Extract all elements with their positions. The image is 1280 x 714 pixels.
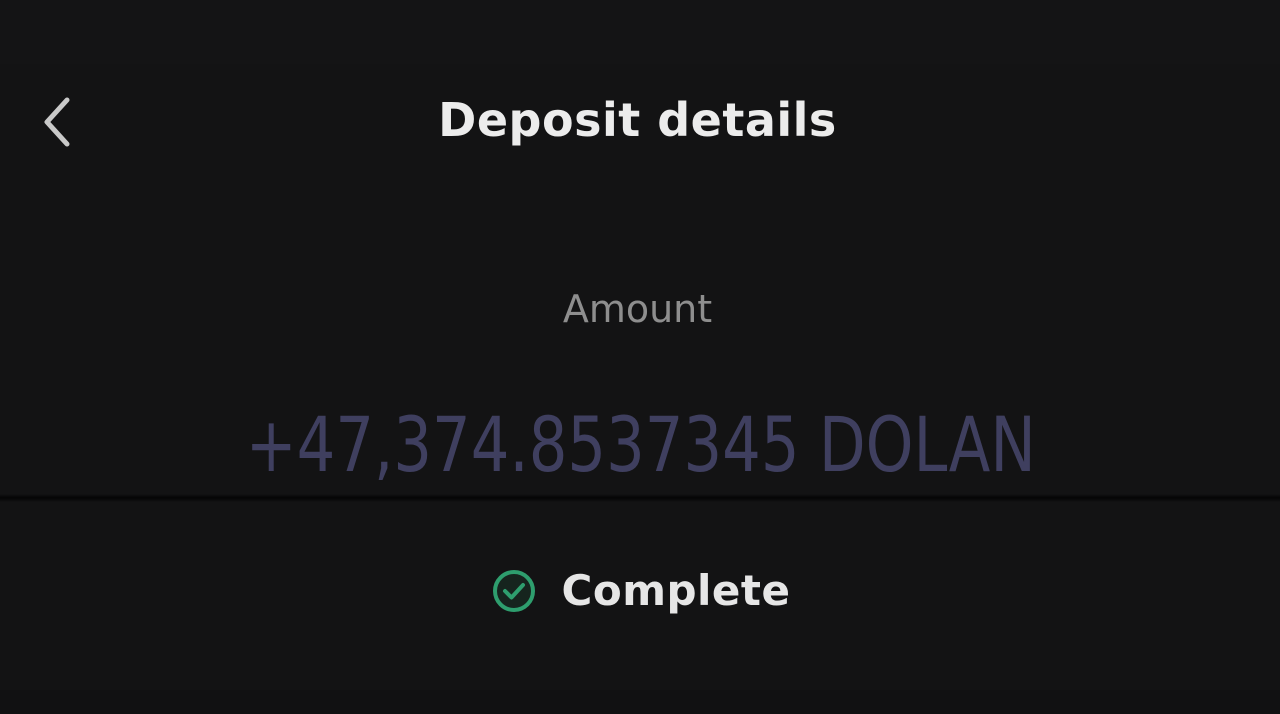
status-bar-area — [0, 0, 1280, 64]
deposit-details-screen: Deposit details Amount +47,374.8537345 D… — [0, 0, 1280, 714]
status-text: Complete — [561, 566, 791, 615]
page-title: Deposit details — [438, 93, 837, 147]
check-circle-icon — [490, 567, 538, 615]
divider — [0, 494, 1280, 502]
bottom-area — [0, 690, 1280, 714]
status-row: Complete — [0, 560, 1280, 622]
amount-label: Amount — [562, 287, 713, 331]
amount-value: +47,374.8537345 DOLAN — [245, 400, 1036, 489]
